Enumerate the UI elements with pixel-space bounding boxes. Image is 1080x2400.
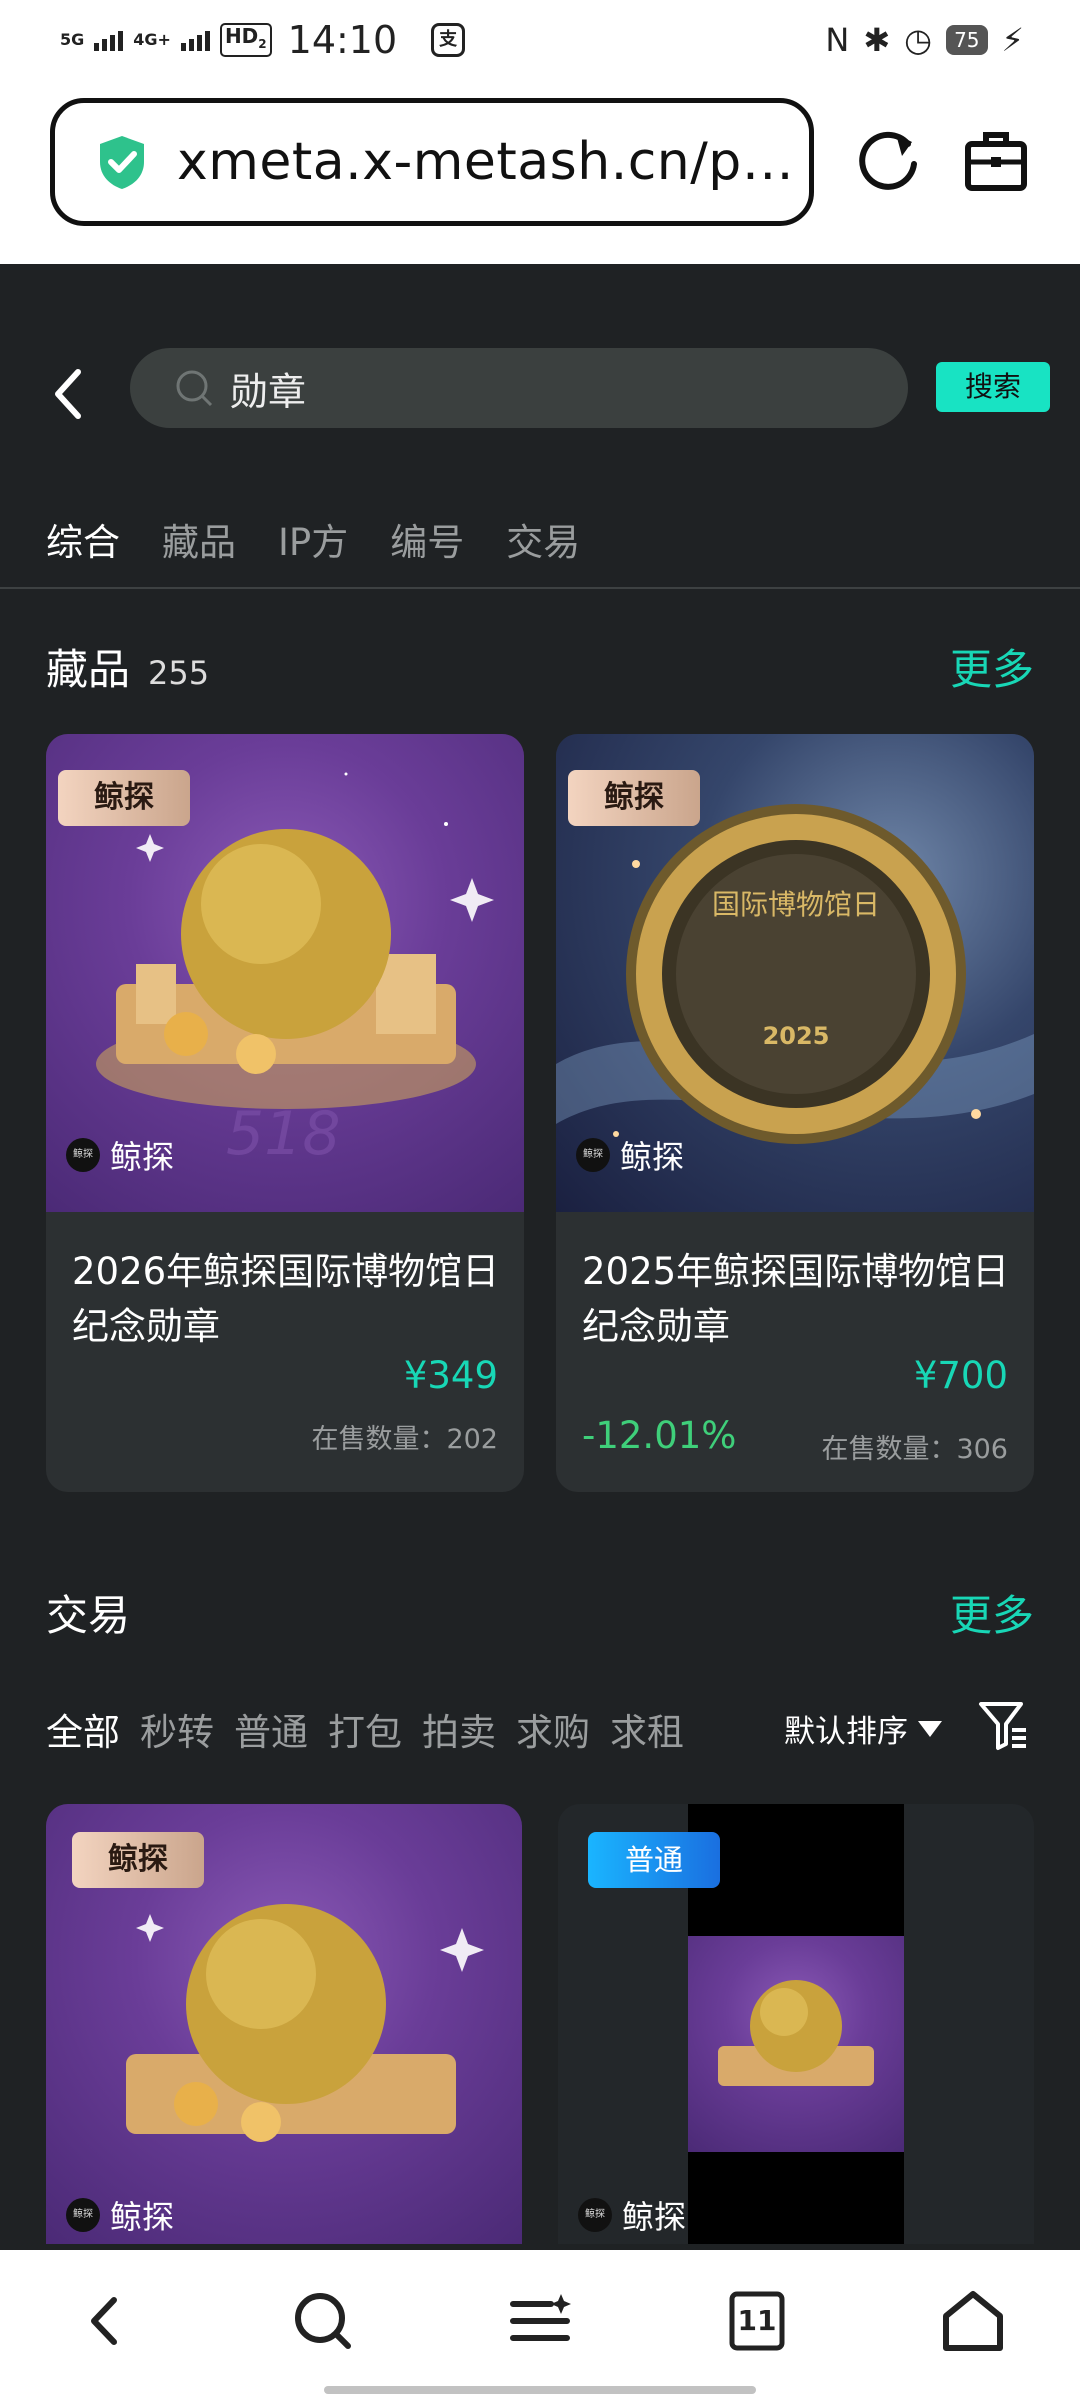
issuer-avatar: 鲸探	[576, 1138, 610, 1172]
filter-bundle[interactable]: 打包	[328, 1702, 402, 1756]
trade-type-tag: 普通	[588, 1832, 720, 1888]
filter-instant[interactable]: 秒转	[140, 1702, 214, 1756]
app-content: 搜索 综合 藏品 IP方 编号 交易 藏品255 更多 518 鲸	[0, 264, 1080, 2250]
collections-more-link[interactable]: 更多	[950, 636, 1034, 697]
url-text: xmeta.x-metash.cn/p…	[177, 132, 795, 192]
search-icon	[176, 370, 213, 407]
menu-icon[interactable]	[505, 2286, 575, 2356]
battery-level: 75	[954, 28, 980, 52]
back-arrow-icon[interactable]	[48, 364, 88, 424]
trades-more-link[interactable]: 更多	[950, 1582, 1034, 1643]
screenshot-thumbnail	[688, 1804, 904, 2244]
browser-bottom-nav: 11	[0, 2250, 1080, 2400]
tab-number[interactable]: 编号	[390, 512, 464, 566]
trade-filters: 全部 秒转 普通 打包 拍卖 求购 求租	[46, 1702, 684, 1756]
address-bar[interactable]: xmeta.x-metash.cn/p…	[50, 98, 814, 226]
filter-all[interactable]: 全部	[46, 1702, 120, 1756]
trade-card[interactable]: 普通 鲸探 鲸探	[558, 1804, 1034, 2244]
tabs-icon[interactable]: 11	[722, 2286, 792, 2356]
signal-bars-icon-2	[180, 29, 210, 51]
signal-4g: 4G+	[133, 30, 171, 49]
collection-stock: 在售数量：202	[311, 1424, 498, 1455]
charging-icon: ⚡	[1001, 21, 1024, 59]
collection-title: 2026年鲸探国际博物馆日纪念勋章	[72, 1250, 500, 1348]
issuer-label: 鲸探 鲸探	[66, 2192, 174, 2238]
battery-icon: 75	[946, 25, 988, 55]
collection-image: 国际博物馆日 2025 鲸探 鲸探 鲸探	[556, 734, 1034, 1212]
signal-5g: 5G	[60, 30, 85, 49]
tab-ip[interactable]: IP方	[278, 512, 348, 566]
collection-price: ¥349	[403, 1354, 498, 1397]
issuer-avatar: 鲸探	[578, 2198, 612, 2232]
collection-price: ¥700	[913, 1354, 1008, 1397]
filter-auction[interactable]: 拍卖	[422, 1702, 496, 1756]
issuer-avatar: 鲸探	[66, 2198, 100, 2232]
filter-wanted[interactable]: 求购	[516, 1702, 590, 1756]
search-icon[interactable]	[288, 2286, 358, 2356]
alarm-icon: ◷	[904, 21, 933, 59]
tab-collections[interactable]: 藏品	[162, 512, 236, 566]
signal-bars-icon	[94, 29, 124, 51]
platform-badge: 鲸探	[58, 770, 190, 826]
tab-divider	[0, 587, 1080, 589]
tab-count: 11	[737, 2304, 777, 2337]
medal-year-text: 2025	[763, 1022, 830, 1050]
collections-heading: 藏品 255	[46, 645, 210, 694]
price-change: -12.01%	[582, 1414, 737, 1457]
tab-trade[interactable]: 交易	[506, 512, 580, 566]
platform-badge: 鲸探	[568, 770, 700, 826]
back-icon[interactable]	[72, 2286, 142, 2356]
home-indicator	[324, 2386, 756, 2394]
filter-rent[interactable]: 求租	[610, 1702, 684, 1756]
medal-name-text: 国际博物馆日	[712, 888, 880, 921]
search-button[interactable]: 搜索	[936, 362, 1050, 412]
sort-dropdown[interactable]: 默认排序	[784, 1706, 942, 1751]
status-bar: 5G 4G+ HD2 14:10 支 N ✱ ◷ 75 ⚡	[0, 0, 1080, 84]
issuer-avatar: 鲸探	[66, 1138, 100, 1172]
trade-card[interactable]: 鲸探 鲸探 鲸探	[46, 1804, 522, 2244]
collection-card[interactable]: 国际博物馆日 2025 鲸探 鲸探 鲸探 2025年鲸探国际博物馆日纪念勋章 ¥…	[556, 734, 1034, 1492]
alipay-notification-icon: 支	[431, 23, 466, 57]
art-518-text: 518	[226, 1099, 341, 1169]
browser-toolbar: xmeta.x-metash.cn/p…	[0, 84, 1080, 264]
collections-count: 255	[148, 654, 210, 692]
search-field[interactable]	[130, 348, 908, 428]
search-input[interactable]	[230, 366, 830, 410]
collection-title: 2025年鲸探国际博物馆日纪念勋章	[582, 1250, 1010, 1348]
filter-normal[interactable]: 普通	[234, 1702, 308, 1756]
status-time: 14:10	[287, 18, 398, 62]
reload-icon[interactable]	[856, 128, 922, 194]
nfc-icon: N	[825, 21, 850, 59]
trades-heading: 交易	[46, 1591, 131, 1640]
issuer-label: 鲸探 鲸探	[578, 2192, 686, 2238]
collection-card[interactable]: 518 鲸探 鲸探 鲸探 2026年鲸探国际博物馆日纪念勋章 ¥349 在售数量…	[46, 734, 524, 1492]
platform-badge: 鲸探	[72, 1832, 204, 1888]
hd-voice-icon: HD2	[219, 23, 272, 57]
toolbox-icon[interactable]	[964, 130, 1028, 192]
tab-overall[interactable]: 综合	[46, 512, 120, 566]
shield-check-icon	[100, 136, 144, 189]
filter-icon[interactable]	[978, 1700, 1028, 1752]
issuer-label: 鲸探 鲸探	[576, 1132, 684, 1178]
collection-stock: 在售数量：306	[821, 1434, 1008, 1465]
collection-image: 518 鲸探 鲸探 鲸探	[46, 734, 524, 1212]
bluetooth-icon: ✱	[863, 21, 891, 59]
home-icon[interactable]	[938, 2286, 1008, 2356]
result-tabs: 综合 藏品 IP方 编号 交易	[46, 512, 580, 566]
triangle-down-icon	[918, 1720, 942, 1737]
issuer-label: 鲸探 鲸探	[66, 1132, 174, 1178]
